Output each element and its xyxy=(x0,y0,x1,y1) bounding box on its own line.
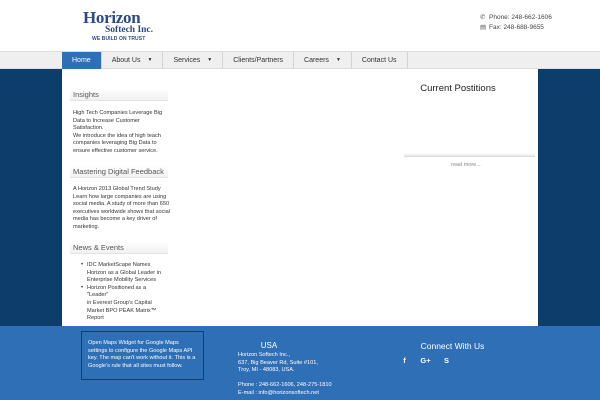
news-events-title: News & Events xyxy=(70,241,168,254)
nav-item-home[interactable]: Home xyxy=(62,52,102,69)
news-item-line: IDC MarketScape Names xyxy=(87,262,151,268)
digital-feedback-line: Learn how large companies are using xyxy=(73,193,167,200)
header-phone: Phone: 248-662-1606 xyxy=(489,14,552,21)
address-line: Horizon Softech Inc., xyxy=(238,352,290,358)
caret-down-icon: ▼ xyxy=(147,57,153,63)
digital-feedback-line: media has become a key driver of xyxy=(73,216,157,223)
skype-icon[interactable]: S xyxy=(439,354,454,367)
insights-line: companies leveraging Big Data to xyxy=(73,140,157,147)
positions-divider xyxy=(404,153,535,157)
main-nav: Home About Us ▼ Services ▼ Clients/Partn… xyxy=(0,51,600,69)
maps-notice-line: Open Maps Widget for Google Maps xyxy=(88,340,179,346)
nav-item-contact-us[interactable]: Contact Us xyxy=(352,52,408,69)
google-plus-icon[interactable]: G+ xyxy=(418,354,433,367)
nav-item-label: Careers xyxy=(304,57,329,64)
insights-line: We introduce the idea of high teach xyxy=(73,132,161,139)
digital-feedback-line: A Horizon 2013 Global Trend Study xyxy=(73,186,161,192)
nav-item-label: About Us xyxy=(111,57,141,64)
news-item-line: Horizon Positioned as a "Leader" xyxy=(87,284,147,299)
nav-item-label: Home xyxy=(72,57,91,64)
address-line xyxy=(238,375,332,383)
news-item-line: Report xyxy=(87,315,104,322)
insights-line: ensure effective customer service. xyxy=(73,147,158,154)
digital-feedback-line: executives worldwide shows that social xyxy=(73,208,171,215)
facebook-icon[interactable]: f xyxy=(397,354,412,367)
insights-line: High Tech Companies Leverage Big xyxy=(73,110,163,116)
maps-notice-line: settings to configure the Google Maps AP… xyxy=(88,347,193,354)
logo-company: Softech Inc. xyxy=(105,25,154,35)
digital-feedback-line: social media. A study of more than 650 xyxy=(73,201,170,208)
footer-usa-title: USA xyxy=(260,341,278,350)
insights-line: Data to Increase Customer Satisfaction. xyxy=(73,117,140,132)
address-line: 637, Big Beaver Rd, Suite #101, xyxy=(238,359,318,366)
digital-feedback-line: marketing. xyxy=(73,223,100,230)
maps-notice-line: Google's rule that all sites must follow… xyxy=(88,362,183,369)
nav-item-label: Services xyxy=(173,57,201,64)
social-links: f G+ S xyxy=(397,354,454,367)
news-item[interactable]: Horizon Positioned as a "Leader" in Ever… xyxy=(81,284,167,323)
nav-item-about-us[interactable]: About Us ▼ xyxy=(102,52,164,69)
header-contact-info: ✆ Phone: 248-662-1606 ▤ Fax: 248-688-965… xyxy=(480,13,552,33)
news-item-line: Horizon as a Global Leader in xyxy=(87,269,162,276)
connect-with-us-title: Connect With Us xyxy=(420,341,485,351)
address-line: Phone : 248-662-1606, 248-275-1810 xyxy=(238,382,332,388)
address-line[interactable]: E-mail : info@horizonsoftech.net xyxy=(238,390,332,398)
site-header: Horizon Softech Inc. WE BUILD ON TRUST ✆… xyxy=(0,0,600,51)
news-item-line: Enterprise Mobility Services xyxy=(87,277,157,284)
news-item-line: Market BPO PEAK Matrix™ xyxy=(87,307,157,314)
nav-item-label: Clients/Partners xyxy=(233,57,284,64)
nav-item-services[interactable]: Services ▼ xyxy=(163,52,224,69)
logo-tagline: WE BUILD ON TRUST xyxy=(92,36,146,42)
digital-feedback-title: Mastering Digital Feedback xyxy=(70,165,168,178)
nav-item-careers[interactable]: Careers ▼ xyxy=(294,52,352,69)
news-list: IDC MarketScape Names Horizon as a Globa… xyxy=(81,262,167,323)
caret-down-icon: ▼ xyxy=(335,57,341,63)
insights-text[interactable]: High Tech Companies Leverage Big Data to… xyxy=(73,110,171,156)
news-item[interactable]: IDC MarketScape Names Horizon as a Globa… xyxy=(81,262,167,285)
site-logo[interactable]: Horizon Softech Inc. WE BUILD ON TRUST xyxy=(83,8,153,44)
maps-notice-line: key. The map can't work without it. This… xyxy=(88,355,196,361)
insights-title: Insights xyxy=(70,88,168,101)
phone-icon: ✆ xyxy=(480,14,486,21)
footer-address: Horizon Softech Inc., 637, Big Beaver Rd… xyxy=(238,352,332,397)
address-line: Troy, MI - 48083, USA. xyxy=(238,367,295,373)
nav-item-label: Contact Us xyxy=(361,57,397,64)
caret-down-icon: ▼ xyxy=(207,57,213,63)
fax-icon: ▤ xyxy=(480,24,487,31)
news-item-line: in Everest Group's Capital xyxy=(87,299,152,306)
nav-item-clients-partners[interactable]: Clients/Partners xyxy=(223,52,295,69)
current-positions-title: Current Postitions xyxy=(420,83,496,94)
maps-widget-notice: Open Maps Widget for Google Maps setting… xyxy=(81,331,204,380)
read-more-link[interactable]: read more... xyxy=(437,162,495,168)
digital-feedback-text[interactable]: A Horizon 2013 Global Trend Study Learn … xyxy=(73,186,171,232)
header-fax: Fax: 248-688-9655 xyxy=(489,24,544,31)
